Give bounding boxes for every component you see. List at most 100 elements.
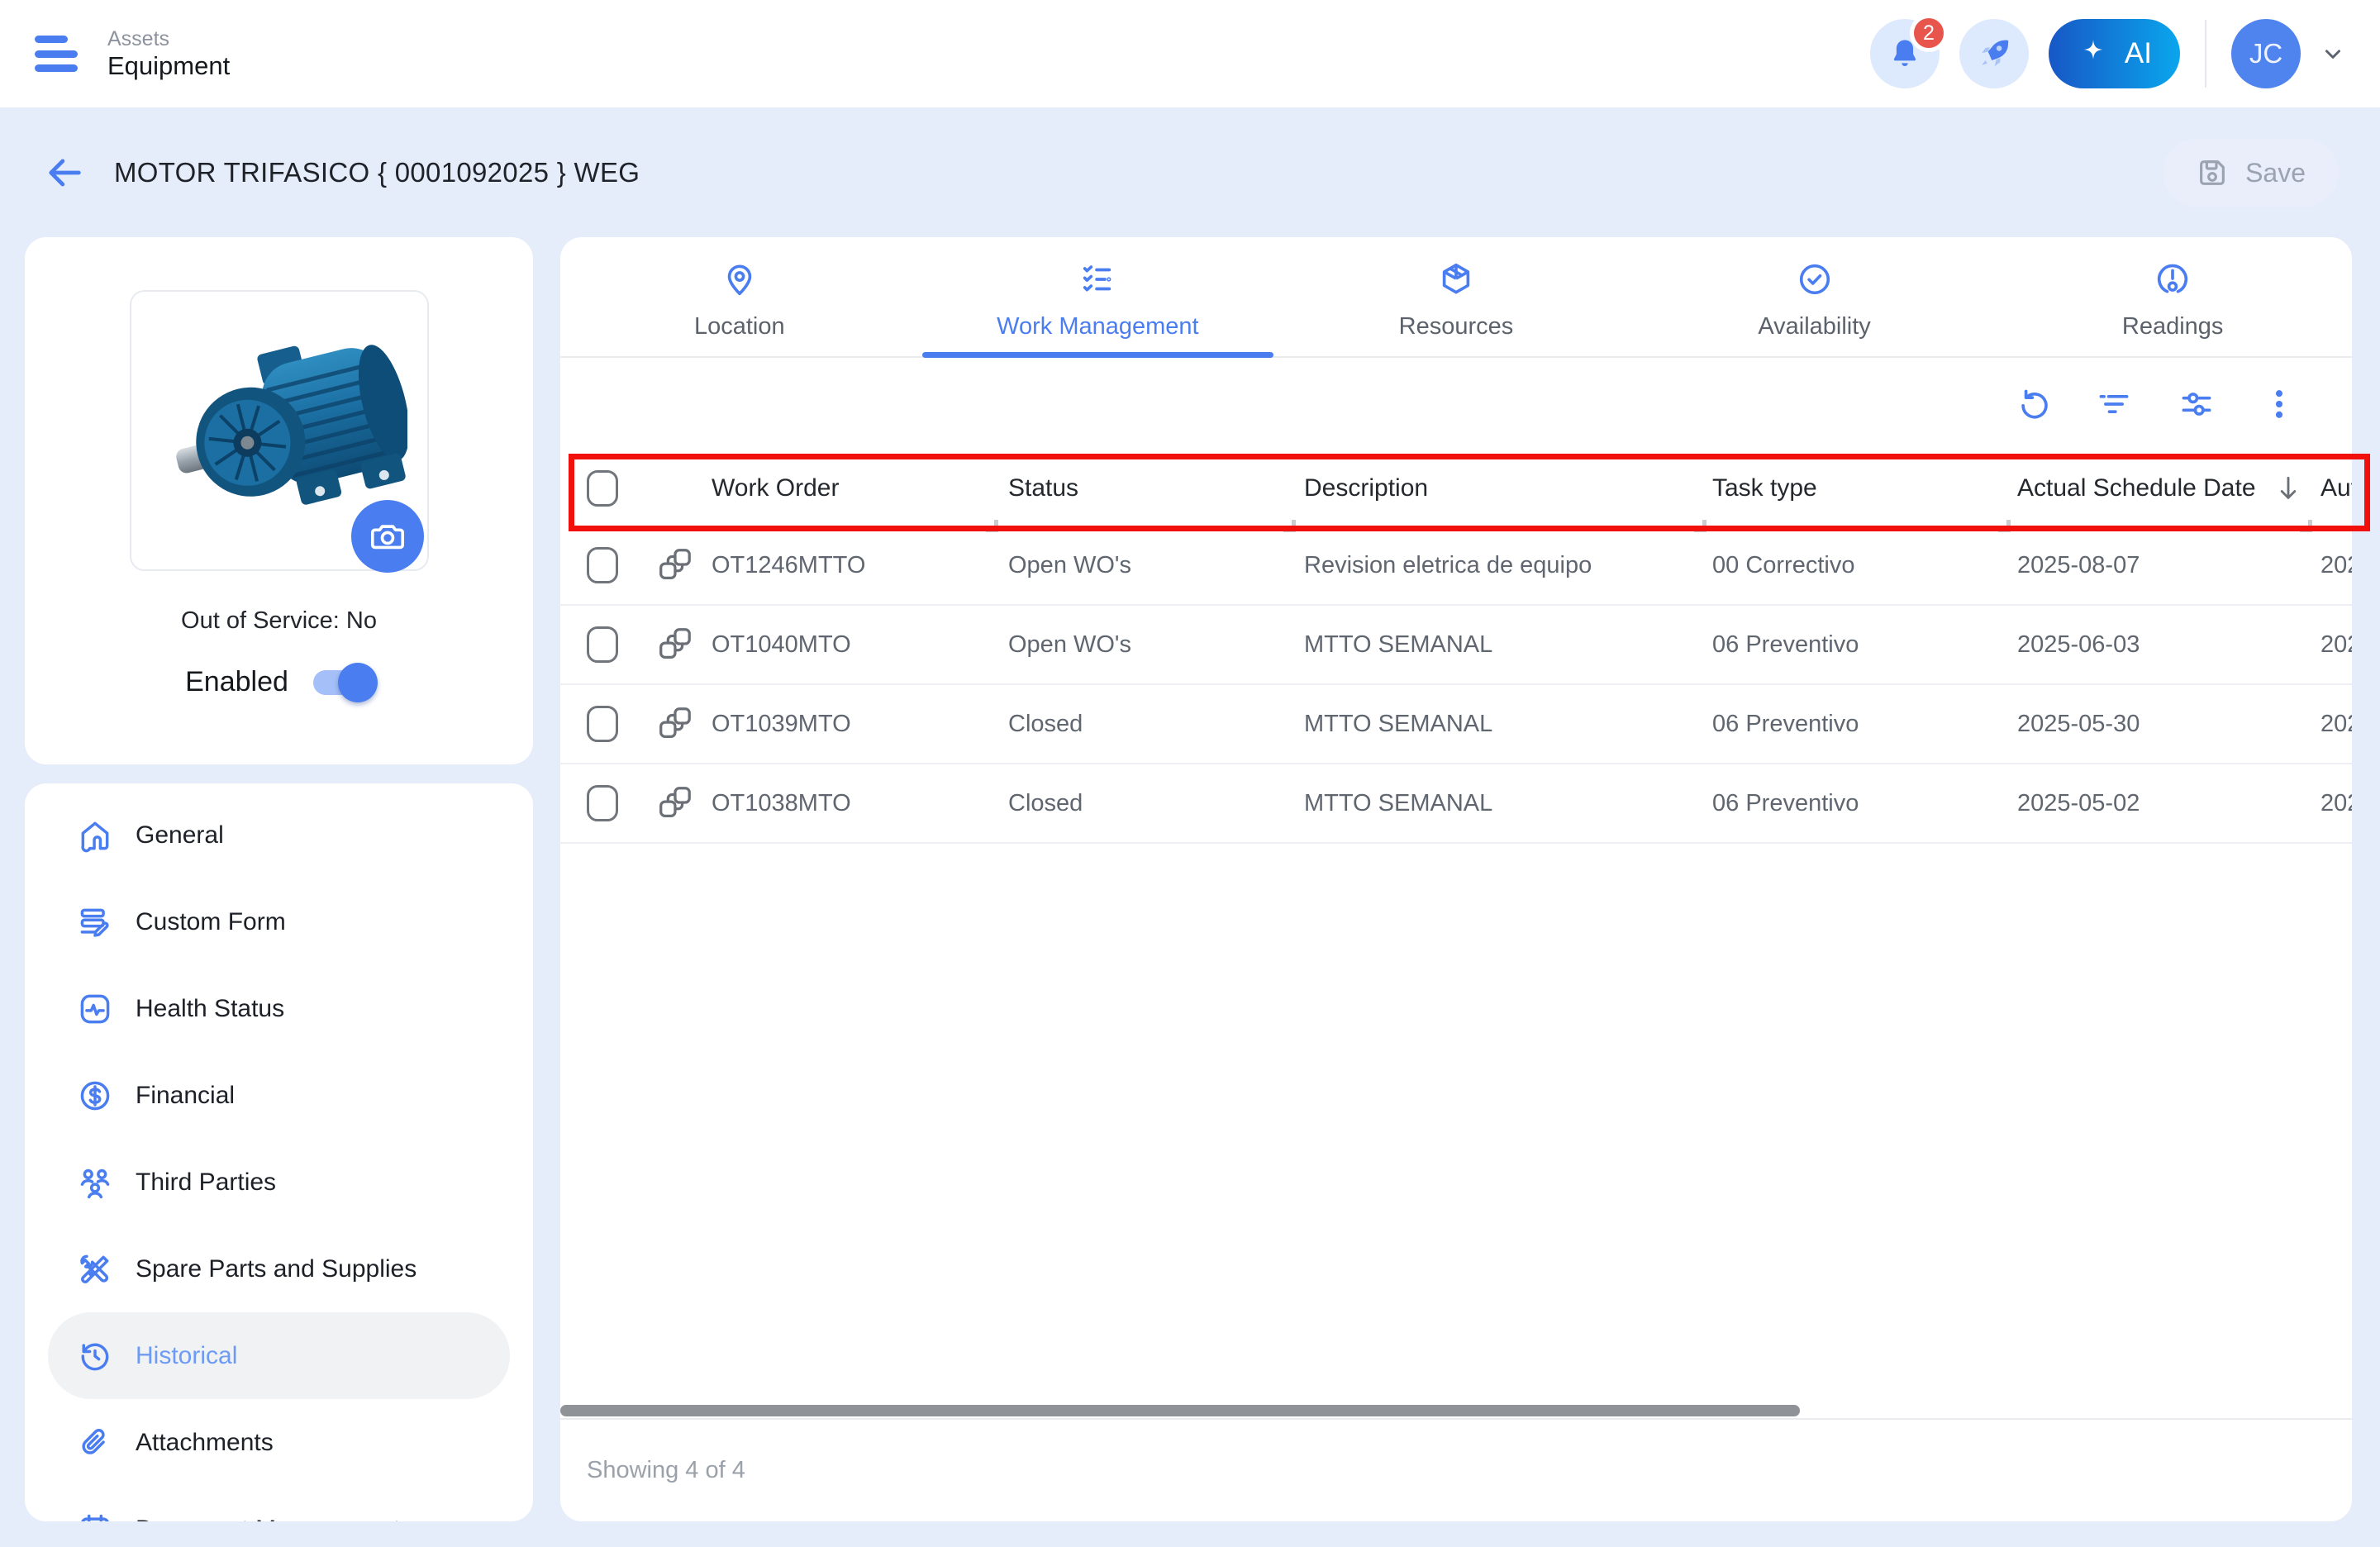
change-photo-button[interactable]: [351, 500, 424, 573]
sidebar-item-health-status[interactable]: Health Status: [25, 965, 533, 1052]
document-icon: [76, 1511, 114, 1522]
ai-assistant-button[interactable]: AI: [2049, 19, 2180, 88]
tab-label: Work Management: [997, 313, 1198, 340]
sidebar-item-general[interactable]: General: [25, 792, 533, 878]
column-resize-handle[interactable]: [1283, 520, 1296, 532]
row-checkbox[interactable]: [587, 706, 618, 742]
work-order-id[interactable]: OT1040MTO: [712, 631, 851, 659]
column-resize-handle[interactable]: [986, 520, 998, 532]
sidebar-item-third-parties[interactable]: Third Parties: [25, 1139, 533, 1226]
whats-new-button[interactable]: [1959, 19, 2029, 88]
row-checkbox[interactable]: [587, 547, 618, 583]
sidebar-item-label: Attachments: [136, 1429, 274, 1457]
menu-icon[interactable]: [35, 36, 78, 72]
top-app-bar: Assets Equipment 2 AI JC: [0, 0, 2380, 107]
sidebar-item-spare-parts[interactable]: Spare Parts and Supplies: [25, 1226, 533, 1312]
breadcrumb-section: Assets: [107, 27, 230, 51]
work-management-panel: Location Work Management Resources Avail…: [560, 237, 2352, 1521]
tune-icon[interactable]: [2178, 386, 2215, 422]
tab-resources[interactable]: Resources: [1277, 237, 1635, 356]
horizontal-scrollbar[interactable]: [560, 1405, 1800, 1416]
table-row[interactable]: OT1040MTO Open WO's MTTO SEMANAL 06 Prev…: [560, 606, 2352, 685]
table-toolbar: [560, 358, 2352, 450]
toggle-knob: [338, 663, 378, 702]
page-header: MOTOR TRIFASICO { 0001092025 } WEG Save: [0, 107, 2380, 238]
column-header-task-type[interactable]: Task type: [1699, 474, 2003, 502]
row-status: Closed: [991, 790, 1288, 817]
row-actual-schedule-date: 2025-06-03: [2003, 631, 2305, 659]
row-checkbox[interactable]: [587, 785, 618, 821]
camera-icon: [369, 517, 407, 555]
save-button[interactable]: Save: [2163, 139, 2339, 207]
gauge-icon: [2154, 260, 2192, 298]
work-order-id[interactable]: OT1038MTO: [712, 790, 851, 817]
tab-work-management[interactable]: Work Management: [919, 237, 1278, 356]
health-icon: [76, 990, 114, 1028]
check-circle-icon: [1796, 260, 1834, 298]
tab-label: Readings: [2122, 313, 2224, 340]
checklist-icon: [1078, 260, 1116, 298]
work-order-id[interactable]: OT1039MTO: [712, 711, 851, 738]
sidebar-item-document-management[interactable]: Document Management: [25, 1486, 533, 1521]
column-header-status[interactable]: Status: [991, 474, 1288, 502]
row-description: MTTO SEMANAL: [1288, 790, 1699, 817]
row-auto-clipped: 202: [2305, 790, 2352, 817]
column-resize-handle[interactable]: [2300, 520, 2312, 532]
sidebar-item-historical[interactable]: Historical: [48, 1312, 510, 1399]
select-all-checkbox[interactable]: [587, 470, 618, 507]
table-footer: Showing 4 of 4: [560, 1418, 2352, 1521]
sidebar-item-attachments[interactable]: Attachments: [25, 1399, 533, 1486]
column-header-work-order[interactable]: Work Order: [643, 474, 991, 502]
out-of-service-status: Out of Service: No: [25, 607, 533, 635]
row-actual-schedule-date: 2025-08-07: [2003, 552, 2305, 579]
tab-availability[interactable]: Availability: [1635, 237, 1994, 356]
row-description: Revision eletrica de equipo: [1288, 552, 1699, 579]
notifications-button[interactable]: 2: [1870, 19, 1940, 88]
column-resize-handle[interactable]: [1694, 520, 1706, 532]
linked-work-order-icon: [655, 546, 693, 584]
more-vert-icon[interactable]: [2261, 386, 2297, 422]
divider: [2205, 20, 2206, 88]
row-status: Closed: [991, 711, 1288, 738]
column-header-auto-clipped[interactable]: Aut: [2305, 474, 2352, 502]
tools-icon: [76, 1250, 114, 1288]
linked-work-order-icon: [655, 705, 693, 743]
linked-work-order-icon: [655, 784, 693, 822]
row-checkbox[interactable]: [587, 626, 618, 663]
avatar-initials: JC: [2249, 38, 2282, 69]
filter-icon[interactable]: [2096, 386, 2132, 422]
paperclip-icon: [76, 1424, 114, 1462]
chevron-down-icon[interactable]: [2320, 41, 2345, 66]
table-row[interactable]: OT1039MTO Closed MTTO SEMANAL 06 Prevent…: [560, 685, 2352, 764]
column-header-description[interactable]: Description: [1288, 474, 1699, 502]
avatar[interactable]: JC: [2231, 19, 2301, 88]
column-header-actual-schedule-date[interactable]: Actual Schedule Date: [2003, 474, 2305, 502]
table-row[interactable]: OT1246MTTO Open WO's Revision eletrica d…: [560, 526, 2352, 606]
table-row[interactable]: OT1038MTO Closed MTTO SEMANAL 06 Prevent…: [560, 764, 2352, 844]
row-actual-schedule-date: 2025-05-30: [2003, 711, 2305, 738]
sidebar-item-financial[interactable]: Financial: [25, 1052, 533, 1139]
save-button-label: Save: [2245, 158, 2306, 188]
box-icon: [1437, 260, 1475, 298]
refresh-icon[interactable]: [2013, 386, 2049, 422]
tab-label: Location: [694, 313, 785, 340]
tab-label: Resources: [1399, 313, 1514, 340]
column-resize-handle[interactable]: [1998, 520, 2011, 532]
tab-readings[interactable]: Readings: [1993, 237, 2352, 356]
home-icon: [76, 816, 114, 854]
sidebar-item-custom-form[interactable]: Custom Form: [25, 878, 533, 965]
linked-work-order-icon: [655, 626, 693, 664]
sort-descending-icon[interactable]: [2276, 474, 2301, 502]
row-task-type: 06 Preventivo: [1699, 790, 2003, 817]
row-description: MTTO SEMANAL: [1288, 711, 1699, 738]
people-icon: [76, 1164, 114, 1202]
back-button[interactable]: [41, 150, 88, 196]
row-task-type: 06 Preventivo: [1699, 631, 2003, 659]
sidebar-item-label: Health Status: [136, 995, 284, 1023]
asset-sections-nav: General Custom Form Health Status Financ…: [25, 783, 533, 1521]
enabled-toggle[interactable]: [313, 670, 373, 695]
work-order-id[interactable]: OT1246MTTO: [712, 552, 865, 579]
sidebar-item-label: General: [136, 821, 224, 850]
tab-location[interactable]: Location: [560, 237, 919, 356]
save-icon: [2196, 156, 2229, 189]
